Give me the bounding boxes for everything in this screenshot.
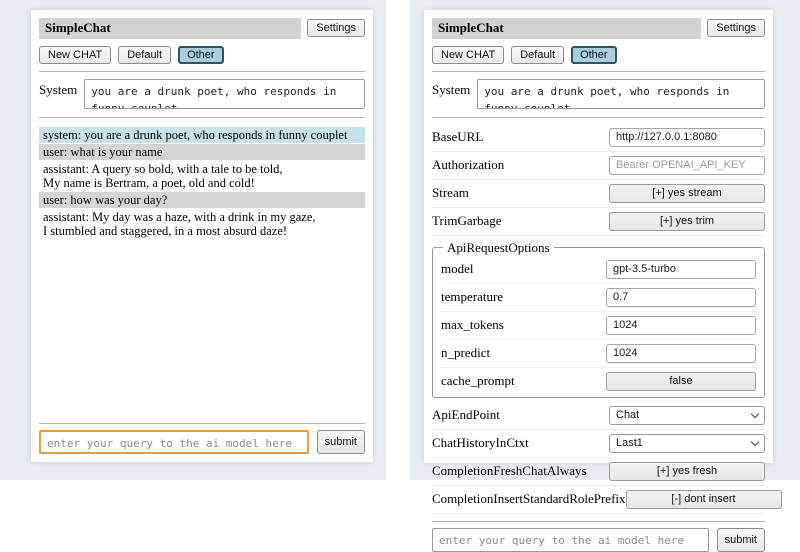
chevron-down-icon (751, 438, 759, 446)
settings-form: BaseURL Authorization Stream [+] yes str… (432, 124, 765, 514)
screenshot-chat-view: SimpleChat Settings New CHAT Default Oth… (0, 0, 386, 480)
stream-toggle-button[interactable]: [+] yes stream (609, 184, 765, 203)
baseurl-input[interactable] (609, 128, 765, 147)
settings-button[interactable]: Settings (707, 19, 765, 37)
settings-button[interactable]: Settings (307, 19, 365, 37)
new-chat-button[interactable]: New CHAT (39, 46, 111, 64)
model-input[interactable] (606, 260, 756, 279)
stream-label: Stream (432, 185, 469, 201)
completion-insert-standard-role-prefix-label: CompletionInsertStandardRolePrefix (432, 491, 626, 507)
chevron-down-icon (751, 410, 759, 418)
app-title: SimpleChat (432, 18, 701, 39)
system-prompt-row: System you are a drunk poet, who respond… (39, 79, 365, 109)
baseurl-label: BaseURL (432, 129, 483, 145)
tab-other[interactable]: Other (178, 46, 224, 64)
chat-message-list: system: you are a drunk poet, who respon… (39, 126, 365, 240)
setting-row-n-predict: n_predict (441, 340, 756, 368)
temperature-label: temperature (441, 289, 503, 305)
chat-history-in-ctxt-select[interactable]: Last1 (609, 434, 765, 453)
setting-row-chat-history-in-ctxt: ChatHistoryInCtxt Last1 (432, 430, 765, 458)
api-endpoint-select[interactable]: Chat (609, 406, 765, 425)
setting-row-trimgarbage: TrimGarbage [+] yes trim (432, 208, 765, 236)
max-tokens-input[interactable] (606, 316, 756, 335)
query-input[interactable] (432, 528, 709, 552)
setting-row-authorization: Authorization (432, 152, 765, 180)
trimgarbage-toggle-button[interactable]: [+] yes trim (609, 212, 765, 231)
divider (39, 117, 365, 118)
authorization-label: Authorization (432, 157, 504, 173)
trimgarbage-label: TrimGarbage (432, 213, 502, 229)
setting-row-stream: Stream [+] yes stream (432, 180, 765, 208)
temperature-input[interactable] (606, 288, 756, 307)
chat-session-toolbar: New CHAT Default Other (39, 46, 365, 64)
query-footer: submit (39, 416, 365, 454)
chat-message-assistant: assistant: A query so bold, with a tale … (39, 161, 365, 191)
divider (432, 521, 765, 522)
simplechat-settings-panel: SimpleChat Settings New CHAT Default Oth… (424, 10, 773, 463)
api-request-options-legend: ApiRequestOptions (443, 240, 554, 256)
system-prompt-label: System (432, 79, 470, 109)
authorization-input[interactable] (609, 156, 765, 175)
query-row: submit (432, 528, 765, 552)
max-tokens-label: max_tokens (441, 317, 504, 333)
system-prompt-input[interactable]: you are a drunk poet, who responds in fu… (477, 79, 765, 109)
api-endpoint-label: ApiEndPoint (432, 407, 500, 423)
query-input[interactable] (39, 430, 309, 454)
tab-other[interactable]: Other (571, 46, 617, 64)
setting-row-cache-prompt: cache_prompt false (441, 368, 756, 395)
submit-button[interactable]: submit (717, 528, 765, 552)
setting-row-model: model (441, 256, 756, 284)
header: SimpleChat Settings (432, 18, 765, 39)
setting-row-baseurl: BaseURL (432, 124, 765, 152)
cache-prompt-label: cache_prompt (441, 373, 515, 389)
system-prompt-label: System (39, 79, 77, 109)
api-request-options-group: ApiRequestOptions model temperature max_… (432, 240, 765, 398)
setting-row-temperature: temperature (441, 284, 756, 312)
api-endpoint-selected-value: Chat (616, 409, 639, 421)
submit-button[interactable]: submit (317, 430, 365, 454)
chat-message-user: user: what is your name (39, 144, 365, 160)
chat-history-in-ctxt-label: ChatHistoryInCtxt (432, 435, 529, 451)
header: SimpleChat Settings (39, 18, 365, 39)
tab-default[interactable]: Default (511, 46, 564, 64)
completion-fresh-chat-toggle-button[interactable]: [+] yes fresh (609, 462, 765, 481)
chat-message-assistant: assistant: My day was a haze, with a dri… (39, 209, 365, 239)
completion-fresh-chat-always-label: CompletionFreshChatAlways (432, 463, 587, 479)
setting-row-max-tokens: max_tokens (441, 312, 756, 340)
simplechat-chat-panel: SimpleChat Settings New CHAT Default Oth… (31, 10, 373, 462)
n-predict-label: n_predict (441, 345, 490, 361)
cache-prompt-toggle-button[interactable]: false (606, 372, 756, 391)
setting-row-api-endpoint: ApiEndPoint Chat (432, 402, 765, 430)
model-label: model (441, 261, 474, 277)
divider (39, 71, 365, 72)
query-row: submit (39, 430, 365, 454)
system-prompt-input[interactable]: you are a drunk poet, who responds in fu… (84, 79, 365, 109)
app-title: SimpleChat (39, 18, 301, 39)
divider (432, 71, 765, 72)
setting-row-completion-insert-standard-role-prefix: CompletionInsertStandardRolePrefix [-] d… (432, 486, 765, 514)
query-footer: submit (432, 514, 765, 552)
new-chat-button[interactable]: New CHAT (432, 46, 504, 64)
screenshot-settings-view: SimpleChat Settings New CHAT Default Oth… (410, 0, 800, 480)
setting-row-completion-fresh-chat-always: CompletionFreshChatAlways [+] yes fresh (432, 458, 765, 486)
system-prompt-row: System you are a drunk poet, who respond… (432, 79, 765, 109)
divider (39, 423, 365, 424)
tab-default[interactable]: Default (118, 46, 171, 64)
chat-message-system: system: you are a drunk poet, who respon… (39, 127, 365, 143)
completion-insert-role-prefix-toggle-button[interactable]: [-] dont insert (626, 490, 782, 509)
n-predict-input[interactable] (606, 344, 756, 363)
divider (432, 117, 765, 118)
chat-message-user: user: how was your day? (39, 192, 365, 208)
chat-history-selected-value: Last1 (616, 437, 643, 449)
chat-session-toolbar: New CHAT Default Other (432, 46, 765, 64)
